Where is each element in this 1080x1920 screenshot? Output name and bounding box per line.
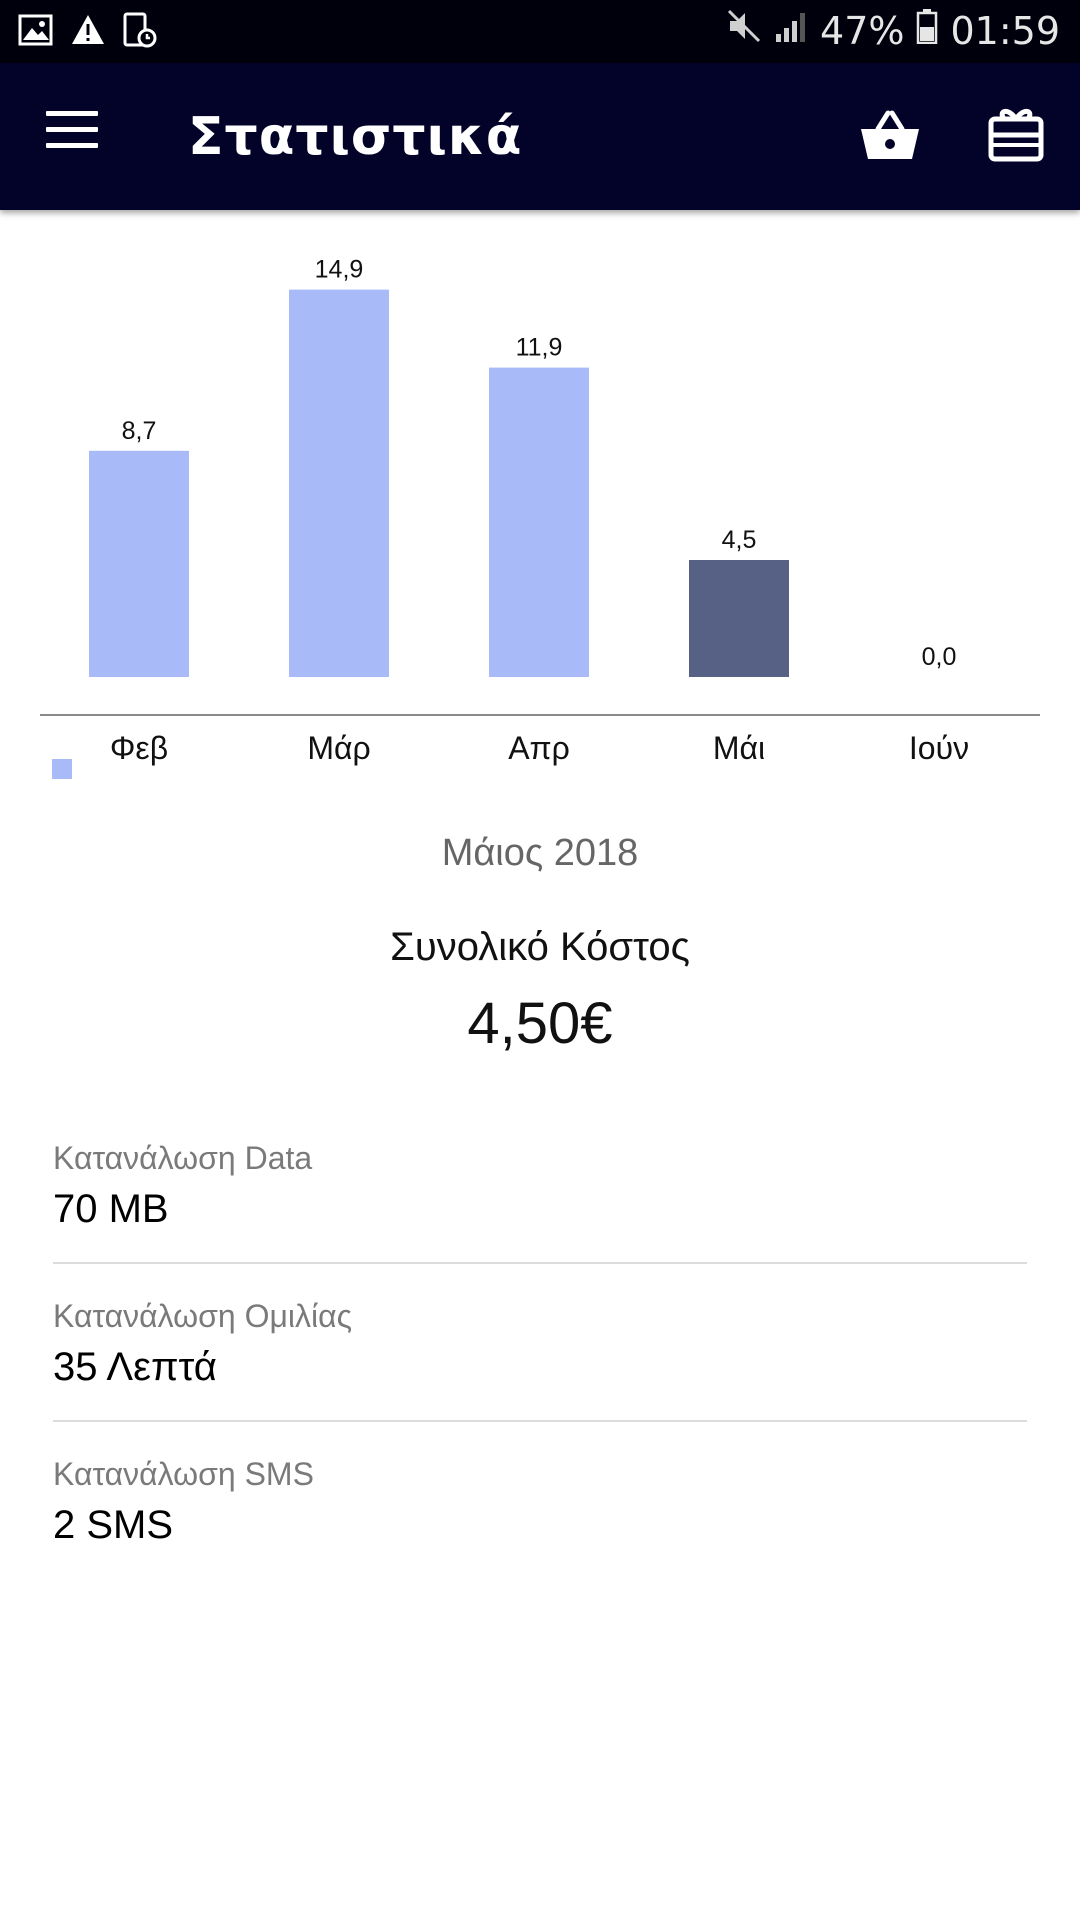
selected-month: Μάιος 2018 bbox=[441, 832, 639, 874]
battery-icon bbox=[916, 8, 938, 53]
mute-icon bbox=[726, 8, 762, 53]
signal-icon bbox=[774, 9, 808, 53]
stat-label: Κατανάλωση Data bbox=[53, 1140, 313, 1176]
tick-label-0: Φεβ bbox=[110, 730, 168, 766]
image-icon bbox=[18, 13, 54, 52]
tick-label-2: Απρ bbox=[508, 730, 570, 766]
legend-swatch bbox=[52, 759, 72, 779]
warning-icon bbox=[70, 13, 106, 52]
bar-1[interactable] bbox=[289, 289, 389, 677]
tick-label-4: Ιούν bbox=[909, 730, 969, 766]
bar-0[interactable] bbox=[89, 450, 189, 677]
tick-label-1: Μάρ bbox=[307, 730, 370, 766]
gift-card-button[interactable] bbox=[986, 105, 1046, 165]
usage-bar-chart: 8,7 Φεβ 14,9 Μάρ 11,9 Απρ 4,5 Μάι 0,0 Ιούν bbox=[0, 210, 1080, 790]
clock: 01:59 bbox=[950, 8, 1060, 53]
stat-voice: Κατανάλωση Ομιλίας 35 Λεπτά bbox=[53, 1298, 1027, 1390]
basket-button[interactable] bbox=[858, 107, 922, 163]
divider bbox=[53, 1420, 1027, 1422]
app-bar: Στατιστικά bbox=[0, 63, 1080, 210]
gift-card-icon bbox=[988, 109, 1044, 162]
page-title: Στατιστικά bbox=[188, 107, 523, 167]
bar-3[interactable] bbox=[689, 560, 789, 677]
bar-2[interactable] bbox=[489, 367, 589, 677]
stat-label: Κατανάλωση SMS bbox=[53, 1456, 314, 1492]
stat-value: 35 Λεπτά bbox=[53, 1345, 217, 1389]
data-label-1: 14,9 bbox=[315, 256, 364, 284]
stat-value: 2 SMS bbox=[53, 1503, 174, 1547]
divider bbox=[53, 1262, 1027, 1264]
basket-icon bbox=[861, 110, 919, 159]
data-label-4: 0,0 bbox=[922, 643, 957, 671]
stat-sms: Κατανάλωση SMS 2 SMS bbox=[53, 1456, 1027, 1548]
stat-value: 70 MB bbox=[53, 1187, 169, 1231]
tick-label-3: Μάι bbox=[713, 730, 765, 766]
total-cost-value: 4,50€ bbox=[467, 991, 613, 1056]
status-bar: 47% 01:59 bbox=[0, 0, 1080, 63]
data-label-2: 11,9 bbox=[516, 334, 563, 362]
menu-button[interactable] bbox=[46, 111, 98, 151]
battery-percent: 47% bbox=[820, 8, 905, 53]
data-label-0: 8,7 bbox=[122, 417, 157, 445]
chart-svg: 8,7 Φεβ 14,9 Μάρ 11,9 Απρ 4,5 Μάι 0,0 Ιούν bbox=[40, 256, 1040, 766]
total-cost-label: Συνολικό Κόστος bbox=[390, 925, 690, 969]
device-lock-icon bbox=[122, 12, 158, 53]
stat-label: Κατανάλωση Ομιλίας bbox=[53, 1298, 353, 1334]
stat-data: Κατανάλωση Data 70 MB bbox=[53, 1140, 1027, 1232]
menu-icon bbox=[46, 111, 98, 148]
data-label-3: 4,5 bbox=[722, 526, 757, 554]
